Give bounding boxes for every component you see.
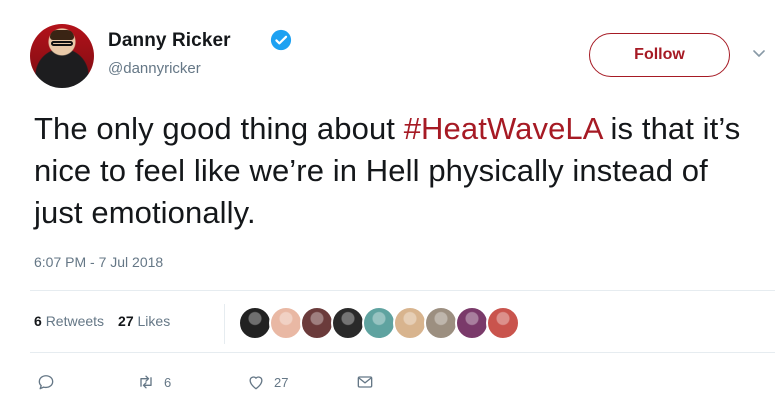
heart-icon xyxy=(249,376,263,390)
liker-avatar-7[interactable] xyxy=(424,306,458,340)
retweet-count: 6 xyxy=(164,374,172,390)
avatar-hair xyxy=(50,30,74,40)
author-display-name[interactable]: Danny Ricker xyxy=(108,30,231,52)
follow-button[interactable]: Follow xyxy=(589,33,730,77)
reply-button[interactable] xyxy=(36,372,56,392)
tweet-actions: 6 27 xyxy=(0,372,783,394)
liker-avatar-5[interactable] xyxy=(362,306,396,340)
avatar-glasses xyxy=(51,41,73,46)
tweet-text: The only good thing about #HeatWaveLA is… xyxy=(34,108,764,234)
divider-bottom xyxy=(30,352,775,353)
verified-badge-icon xyxy=(270,29,292,51)
divider-top xyxy=(30,290,775,291)
likes-label: Likes xyxy=(137,313,171,329)
retweets-stat[interactable]: 6 Retweets xyxy=(34,313,104,329)
author-handle[interactable]: @dannyricker xyxy=(108,60,201,77)
liker-avatar-1[interactable] xyxy=(238,306,272,340)
likers-avatar-row xyxy=(238,306,520,340)
chevron-down-icon[interactable] xyxy=(752,47,766,61)
liker-avatar-6[interactable] xyxy=(393,306,427,340)
tweet-stats: 6 Retweets 27 Likes xyxy=(34,313,170,329)
liker-avatar-2[interactable] xyxy=(269,306,303,340)
liker-avatar-3[interactable] xyxy=(300,306,334,340)
stats-separator xyxy=(224,304,225,344)
direct-message-icon xyxy=(357,376,373,388)
retweets-count: 6 xyxy=(34,313,42,329)
retweets-label: Retweets xyxy=(45,313,105,329)
like-button[interactable]: 27 xyxy=(246,372,288,392)
liker-avatar-9[interactable] xyxy=(486,306,520,340)
tweet-timestamp[interactable]: 6:07 PM - 7 Jul 2018 xyxy=(34,254,163,270)
likes-count: 27 xyxy=(118,313,134,329)
retweet-icon xyxy=(140,375,152,389)
hashtag-link[interactable]: #HeatWaveLA xyxy=(404,111,602,146)
liker-avatar-8[interactable] xyxy=(455,306,489,340)
reply-icon xyxy=(38,375,54,390)
tweet-text-start: The only good thing about xyxy=(34,111,404,146)
direct-message-button[interactable] xyxy=(355,372,375,392)
like-count: 27 xyxy=(274,374,289,390)
author-avatar[interactable] xyxy=(30,24,94,88)
retweet-button[interactable]: 6 xyxy=(136,372,171,392)
likes-stat[interactable]: 27 Likes xyxy=(118,313,170,329)
liker-avatar-4[interactable] xyxy=(331,306,365,340)
